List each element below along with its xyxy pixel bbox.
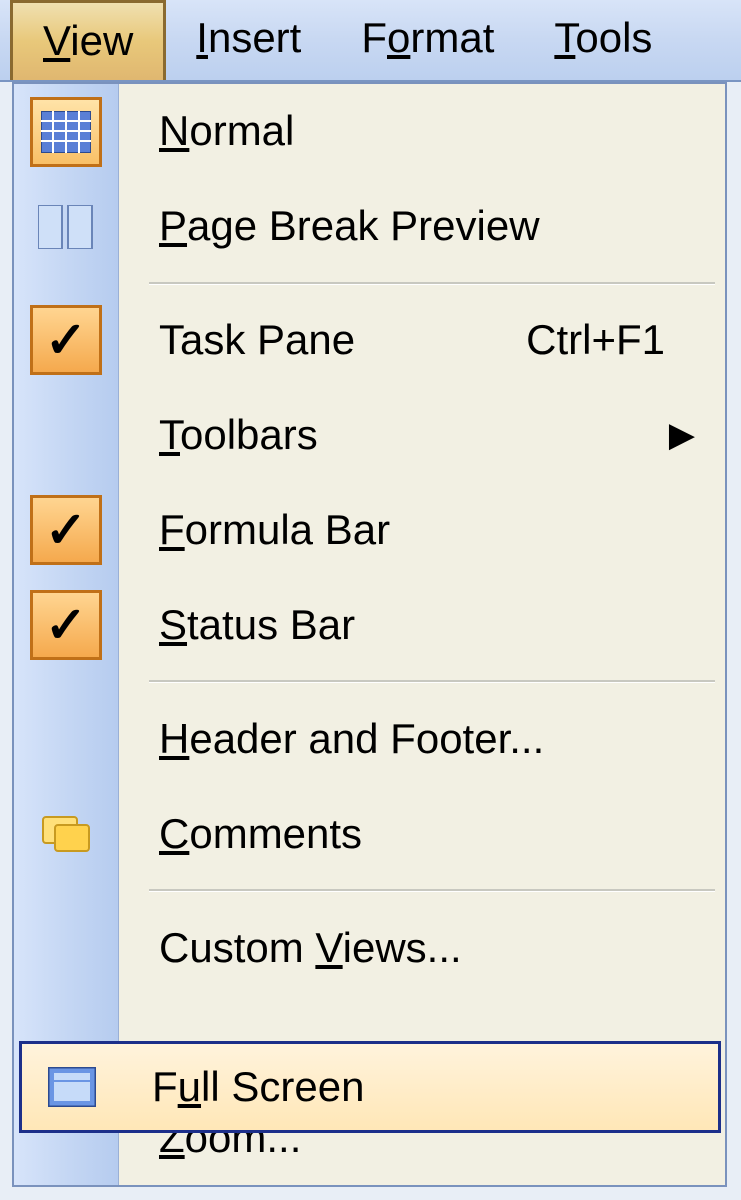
menu-format-label: rmat bbox=[410, 14, 494, 61]
normal-view-icon bbox=[30, 97, 102, 167]
task-pane-check-icon: ✓ bbox=[30, 305, 102, 375]
menuitem-comments[interactable]: Comments bbox=[119, 786, 725, 881]
menuitem-custom-views[interactable]: Custom Views... bbox=[119, 900, 725, 995]
menubar: View Insert Format Tools bbox=[0, 0, 741, 82]
dropdown-items: Normal Page Break Preview Task Pane Ctrl… bbox=[119, 84, 725, 1185]
menuitem-normal[interactable]: Normal bbox=[119, 84, 725, 179]
menu-tools-label: ools bbox=[575, 14, 652, 61]
menu-insert-label: nsert bbox=[208, 14, 301, 61]
menuitem-formula-bar[interactable]: Formula Bar bbox=[119, 483, 725, 578]
page-break-preview-icon bbox=[30, 192, 102, 262]
menuitem-toolbars[interactable]: Toolbars ▶ bbox=[119, 388, 725, 483]
menu-view-label: iew bbox=[70, 17, 133, 64]
menu-insert[interactable]: Insert bbox=[166, 0, 331, 80]
menu-view[interactable]: View bbox=[10, 0, 166, 80]
menuitem-header-footer[interactable]: Header and Footer... bbox=[119, 691, 725, 786]
shortcut-task-pane: Ctrl+F1 bbox=[526, 316, 665, 364]
submenu-arrow-icon: ▶ bbox=[669, 415, 695, 455]
comments-icon bbox=[30, 798, 102, 868]
menuitem-page-break-preview[interactable]: Page Break Preview bbox=[119, 179, 725, 274]
menuitem-task-pane[interactable]: Task Pane Ctrl+F1 bbox=[119, 293, 725, 388]
separator bbox=[149, 282, 715, 285]
dropdown-gutter: ✓ ✓ ✓ bbox=[14, 84, 119, 1185]
menuitem-full-screen[interactable]: Full Screen bbox=[19, 1041, 721, 1133]
view-dropdown: ✓ ✓ ✓ Normal Page Break Preview Task bbox=[12, 82, 727, 1187]
menuitem-status-bar[interactable]: Status Bar bbox=[119, 578, 725, 673]
menu-format[interactable]: Format bbox=[331, 0, 524, 80]
separator bbox=[149, 889, 715, 892]
menu-tools[interactable]: Tools bbox=[524, 0, 682, 80]
status-bar-check-icon: ✓ bbox=[30, 590, 102, 660]
separator bbox=[149, 680, 715, 683]
formula-bar-check-icon: ✓ bbox=[30, 495, 102, 565]
full-screen-icon bbox=[22, 1044, 122, 1130]
